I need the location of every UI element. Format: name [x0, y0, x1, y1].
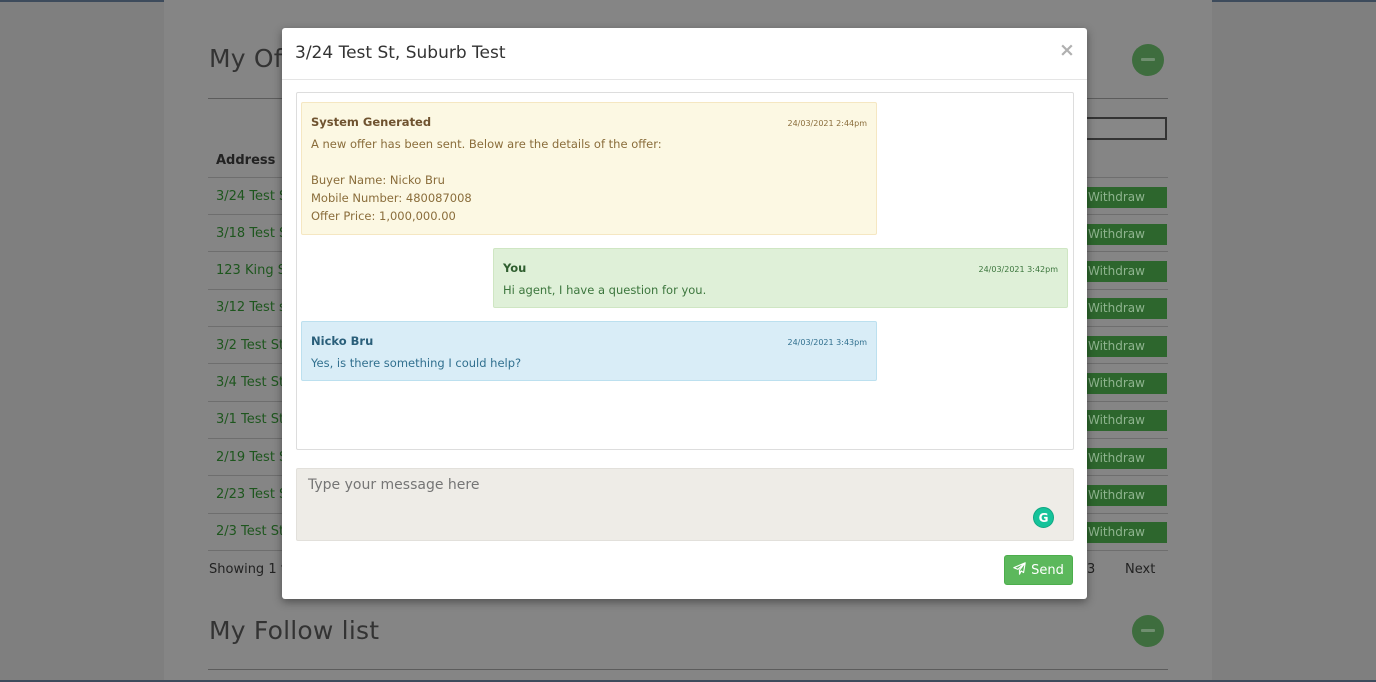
row-address-link[interactable]: 3/24 Test St [216, 189, 282, 204]
message-outgoing: You 24/03/2021 3:42pm Hi agent, I have a… [493, 248, 1068, 308]
message-author: System Generated [311, 115, 432, 129]
row-address-link[interactable]: 2/3 Test St. [216, 524, 282, 539]
close-icon[interactable]: × [1059, 39, 1075, 61]
message-timestamp: 24/03/2021 3:43pm [787, 338, 868, 347]
withdraw-button[interactable]: Withdraw [1082, 224, 1167, 245]
table-search-input[interactable] [1083, 117, 1167, 140]
withdraw-button[interactable]: Withdraw [1082, 373, 1167, 394]
send-label: Send [1031, 562, 1064, 578]
row-address-link[interactable]: 3/1 Test St. [216, 412, 282, 427]
table-info-text: Showing 1 to [209, 562, 282, 577]
message-header: You 24/03/2021 3:42pm [503, 259, 1058, 277]
row-address-link[interactable]: 123 King St [216, 263, 282, 278]
address-column-header: Address [216, 153, 276, 168]
message-author: Nicko Bru [311, 334, 374, 348]
withdraw-button[interactable]: Withdraw [1082, 187, 1167, 208]
modal-header: 3/24 Test St, Suburb Test × [282, 28, 1087, 80]
message-incoming: Nicko Bru 24/03/2021 3:43pm Yes, is ther… [301, 321, 877, 381]
chat-modal: 3/24 Test St, Suburb Test × System Gener… [282, 28, 1087, 599]
message-body: Yes, is there something I could help? [311, 356, 522, 370]
message-header: Nicko Bru 24/03/2021 3:43pm [311, 332, 867, 350]
row-address-link[interactable]: 3/12 Test st [216, 300, 282, 315]
paper-plane-icon [1013, 561, 1026, 579]
row-address-link[interactable]: 3/4 Test St [216, 375, 282, 390]
message-timestamp: 24/03/2021 2:44pm [787, 119, 868, 128]
message-input[interactable] [296, 468, 1074, 541]
message-header: System Generated 24/03/2021 2:44pm [311, 113, 867, 131]
withdraw-button[interactable]: Withdraw [1082, 522, 1167, 543]
row-address-link[interactable]: 2/23 Test St [216, 487, 282, 502]
follow-section-title: My Follow list [209, 616, 380, 645]
withdraw-button[interactable]: Withdraw [1082, 261, 1167, 282]
row-address-link[interactable]: 2/19 Test St [216, 450, 282, 465]
row-address-link[interactable]: 3/2 Test St. [216, 338, 282, 353]
follow-collapse-button[interactable] [1132, 615, 1164, 647]
chat-history[interactable]: System Generated 24/03/2021 2:44pm A new… [296, 92, 1074, 450]
message-body: A new offer has been sent. Below are the… [311, 137, 662, 223]
pagination-next[interactable]: Next [1125, 562, 1155, 577]
message-system: System Generated 24/03/2021 2:44pm A new… [301, 102, 877, 235]
withdraw-button[interactable]: Withdraw [1082, 298, 1167, 319]
grammarly-icon[interactable]: G [1033, 507, 1054, 528]
withdraw-button[interactable]: Withdraw [1082, 485, 1167, 506]
offers-collapse-button[interactable] [1132, 44, 1164, 76]
modal-title: 3/24 Test St, Suburb Test [295, 43, 506, 63]
send-button[interactable]: Send [1004, 555, 1073, 585]
row-address-link[interactable]: 3/18 Test St [216, 226, 282, 241]
pagination-page-3[interactable]: 3 [1087, 562, 1095, 577]
withdraw-button[interactable]: Withdraw [1082, 448, 1167, 469]
message-body: Hi agent, I have a question for you. [503, 283, 707, 297]
withdraw-button[interactable]: Withdraw [1082, 410, 1167, 431]
message-author: You [503, 261, 527, 275]
withdraw-button[interactable]: Withdraw [1082, 336, 1167, 357]
message-timestamp: 24/03/2021 3:42pm [978, 265, 1059, 274]
follow-divider [208, 669, 1168, 670]
